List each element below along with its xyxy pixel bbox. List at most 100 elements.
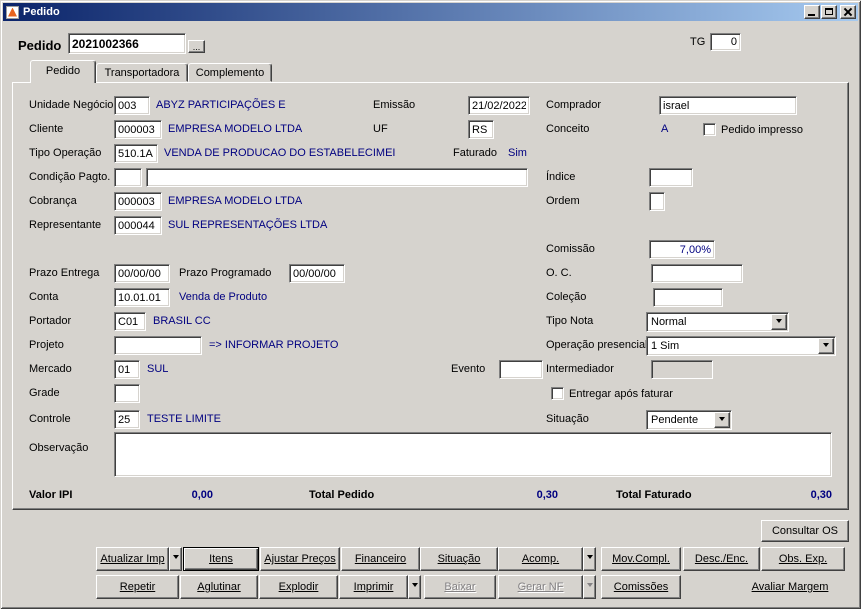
mercado-input[interactable] xyxy=(114,360,140,379)
situacao-button[interactable]: Situação xyxy=(420,547,498,571)
tab-complemento[interactable]: Complemento xyxy=(188,63,272,82)
cliente-desc: EMPRESA MODELO LTDA xyxy=(168,123,303,135)
aglutinar-button[interactable]: Aglutinar xyxy=(180,575,258,599)
mercado-desc: SUL xyxy=(147,363,169,375)
representante-input[interactable] xyxy=(114,216,162,235)
financeiro-button[interactable]: Financeiro xyxy=(341,547,420,571)
situacao-dropdown-button[interactable] xyxy=(714,412,730,428)
acomp-label: Acomp. xyxy=(521,553,560,565)
mov-compl-button[interactable]: Mov.Compl. xyxy=(601,547,681,571)
tab-pedido[interactable]: Pedido xyxy=(30,60,96,83)
cobranca-desc: EMPRESA MODELO LTDA xyxy=(168,195,303,207)
emissao-input[interactable] xyxy=(468,96,530,115)
colecao-input[interactable] xyxy=(653,288,723,307)
checkbox-box-icon xyxy=(551,387,564,400)
situacao-button-label: Situação xyxy=(437,553,481,565)
observacao-textarea[interactable] xyxy=(114,432,832,477)
tipo-operacao-input[interactable] xyxy=(114,144,158,163)
total-pedido-label: Total Pedido xyxy=(309,489,375,501)
acomp-button[interactable]: Acomp. xyxy=(498,547,583,571)
consultar-os-button[interactable]: Consultar OS xyxy=(761,520,849,542)
condicao-pagto-desc-input[interactable] xyxy=(146,168,528,187)
tipo-nota-dropdown-button[interactable] xyxy=(771,314,787,330)
controle-label: Controle xyxy=(29,413,71,425)
minimize-icon xyxy=(808,14,815,16)
prazo-programado-input[interactable] xyxy=(289,264,345,283)
obs-exp-label: Obs. Exp. xyxy=(778,553,828,565)
comissao-input[interactable] xyxy=(649,240,715,259)
gerar-nf-button: Gerar NF xyxy=(498,575,583,599)
portador-desc: BRASIL CC xyxy=(153,315,211,327)
indice-label: Índice xyxy=(546,171,576,183)
prazo-entrega-label: Prazo Entrega xyxy=(29,267,100,279)
cliente-label: Cliente xyxy=(29,123,64,135)
cobranca-input[interactable] xyxy=(114,192,162,211)
operacao-presencial-select[interactable]: 1 Sim xyxy=(646,336,836,356)
tg-label: TG xyxy=(690,36,706,48)
acomp-dropdown-button[interactable] xyxy=(583,547,596,571)
ordem-input[interactable] xyxy=(649,192,665,211)
atualizar-imp-dropdown-button[interactable] xyxy=(169,547,182,571)
total-faturado-label: Total Faturado xyxy=(616,489,692,501)
financeiro-label: Financeiro xyxy=(354,553,407,565)
pedido-lookup-button[interactable]: ... xyxy=(188,40,205,53)
explodir-button[interactable]: Explodir xyxy=(259,575,338,599)
repetir-button[interactable]: Repetir xyxy=(96,575,179,599)
maximize-button[interactable] xyxy=(821,5,837,19)
imprimir-label: Imprimir xyxy=(353,581,394,593)
baixar-button: Baixar xyxy=(424,575,496,599)
controle-input[interactable] xyxy=(114,410,140,429)
tipo-nota-select[interactable]: Normal xyxy=(646,312,789,332)
atualizar-imp-button[interactable]: Atualizar Imp xyxy=(96,547,169,571)
unidade-negocio-label: Unidade Negócio xyxy=(29,99,114,111)
situacao-select[interactable]: Pendente xyxy=(646,410,732,430)
minimize-button[interactable] xyxy=(804,5,820,19)
representante-label: Representante xyxy=(29,219,102,231)
tab-transportadora[interactable]: Transportadora xyxy=(96,63,188,82)
tg-input[interactable] xyxy=(710,33,741,51)
tab-page-pedido: Unidade Negócio ABYZ PARTICIPAÇÕES E Emi… xyxy=(12,82,849,510)
window-title: Pedido xyxy=(23,6,60,18)
dropdown-arrow-icon xyxy=(719,416,725,424)
ajustar-precos-button[interactable]: Ajustar Preços xyxy=(260,547,340,571)
close-icon xyxy=(843,7,853,17)
grade-input[interactable] xyxy=(114,384,140,403)
unidade-negocio-input[interactable] xyxy=(114,96,150,115)
entregar-apos-faturar-checkbox[interactable]: Entregar após faturar xyxy=(551,384,673,403)
indice-input[interactable] xyxy=(649,168,693,187)
operacao-presencial-label: Operação presencial xyxy=(546,339,648,351)
condicao-pagto-code-input[interactable] xyxy=(114,168,142,187)
conta-input[interactable] xyxy=(114,288,170,307)
projeto-input[interactable] xyxy=(114,336,202,355)
comprador-label: Comprador xyxy=(546,99,602,111)
comissoes-label: Comissões xyxy=(613,581,669,593)
imprimir-button[interactable]: Imprimir xyxy=(339,575,408,599)
comissoes-button[interactable]: Comissões xyxy=(601,575,681,599)
operacao-presencial-dropdown-button[interactable] xyxy=(818,338,834,354)
desc-enc-button[interactable]: Desc./Enc. xyxy=(683,547,760,571)
prazo-entrega-input[interactable] xyxy=(114,264,170,283)
unidade-negocio-desc: ABYZ PARTICIPAÇÕES E xyxy=(156,99,286,111)
dropdown-arrow-icon xyxy=(586,583,593,590)
close-button[interactable] xyxy=(840,5,856,19)
baixar-label: Baixar xyxy=(444,581,476,593)
pedido-number-input[interactable] xyxy=(68,33,186,54)
tipo-operacao-desc: VENDA DE PRODUCAO DO ESTABELECIMEI xyxy=(164,147,396,159)
comissao-label: Comissão xyxy=(546,243,595,255)
avaliar-margem-button[interactable]: Avaliar Margem xyxy=(735,575,845,599)
imprimir-dropdown-button[interactable] xyxy=(408,575,421,599)
uf-input[interactable] xyxy=(468,120,494,139)
portador-input[interactable] xyxy=(114,312,146,331)
intermediador-input xyxy=(651,360,713,379)
cliente-input[interactable] xyxy=(114,120,162,139)
evento-input[interactable] xyxy=(499,360,543,379)
explodir-label: Explodir xyxy=(278,581,319,593)
oc-input[interactable] xyxy=(651,264,743,283)
obs-exp-button[interactable]: Obs. Exp. xyxy=(761,547,845,571)
itens-button[interactable]: Itens xyxy=(183,547,259,571)
pedido-impresso-checkbox[interactable]: Pedido impresso xyxy=(703,120,803,139)
comprador-input[interactable] xyxy=(659,96,797,115)
situacao-value: Pendente xyxy=(651,414,699,426)
dropdown-arrow-icon xyxy=(776,318,782,326)
maximize-icon xyxy=(825,8,833,15)
